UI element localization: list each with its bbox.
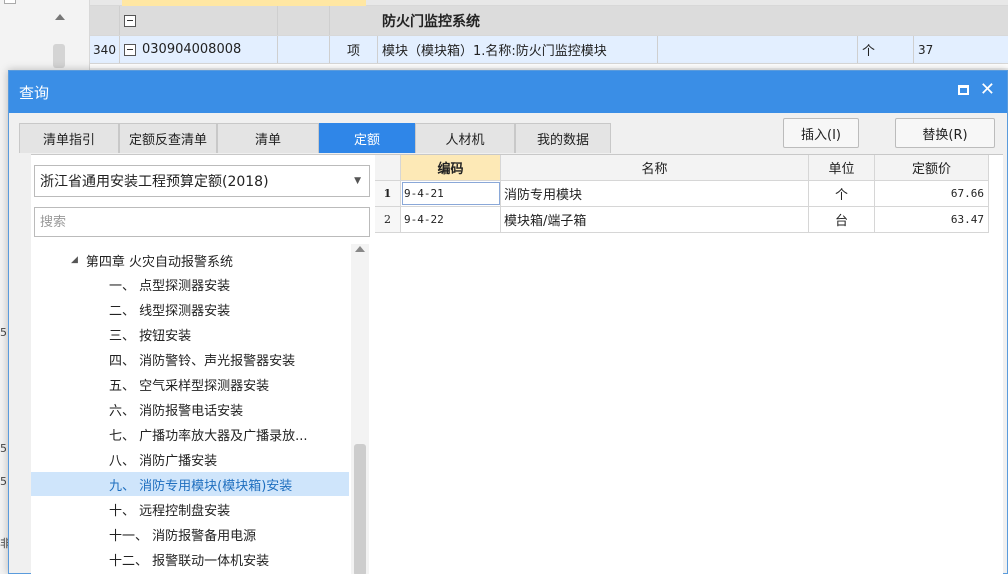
row-description: 模块（模块箱）1.名称:防火门监控模块 — [378, 36, 658, 63]
cell-name[interactable]: 消防专用模块 — [501, 181, 809, 206]
background-fragment: 5 — [0, 326, 7, 339]
table-row[interactable]: 1 9-4-21 消防专用模块 个 67.66 — [375, 181, 989, 207]
tab-my-data[interactable]: 我的数据 — [515, 123, 611, 153]
cell-price[interactable]: 63.47 — [875, 207, 989, 232]
tree-item-selected[interactable]: 九、 消防专用模块(模块箱)安装 — [31, 472, 349, 496]
tree-item[interactable]: 二、 线型探测器安装 — [31, 297, 349, 321]
background-fragment: 5 — [0, 475, 7, 488]
row-index: 340 — [90, 36, 120, 63]
cell-name[interactable]: 模块箱/端子箱 — [501, 207, 809, 232]
grid-header-row: 编码 名称 单位 定额价 — [375, 155, 989, 181]
tree-item[interactable]: 七、 广播功率放大器及广播录放... — [31, 422, 349, 446]
dialog-titlebar[interactable]: 查询 — [9, 71, 1007, 113]
background-scroll-up-icon[interactable] — [55, 14, 65, 20]
quota-results-pane: 编码 名称 单位 定额价 1 9-4-21 消防专用模块 个 67.66 2 9… — [375, 154, 1003, 574]
replace-button[interactable]: 替换(R) — [895, 118, 995, 148]
background-scroll-thumb[interactable] — [53, 44, 65, 68]
scroll-thumb[interactable] — [354, 444, 366, 574]
chevron-down-icon: ▼ — [354, 176, 361, 186]
tab-bill-guide[interactable]: 清单指引 — [19, 123, 119, 153]
row-code: 030904008008 — [142, 42, 242, 57]
tree-chapter-label: 第四章 火灾自动报警系统 — [85, 254, 234, 270]
tree-item[interactable]: 五、 空气采样型探测器安装 — [31, 372, 349, 396]
background-checkbox[interactable] — [4, 0, 16, 4]
background-fragment: 非 — [0, 537, 8, 550]
row-number: 1 — [375, 181, 401, 206]
tree-item[interactable]: 十、 远程控制盘安装 — [31, 497, 349, 521]
tree-item[interactable]: 十二、 报警联动一体机安装 — [31, 547, 349, 571]
cell-unit[interactable]: 个 — [809, 181, 875, 206]
row-quantity: 37 — [918, 42, 934, 57]
quota-library-select[interactable]: 浙江省通用安装工程预算定额(2018) ▼ — [34, 165, 370, 197]
cell-unit[interactable]: 台 — [809, 207, 875, 232]
background-group-row[interactable]: 防火门监控系统 — [90, 6, 1008, 36]
tree-item[interactable]: 四、 消防警铃、声光报警器安装 — [31, 347, 349, 371]
row-unit: 个 — [858, 36, 914, 63]
header-code[interactable]: 编码 — [401, 155, 501, 180]
tab-bill[interactable]: 清单 — [217, 123, 319, 153]
header-name[interactable]: 名称 — [501, 155, 809, 180]
dialog-title: 查询 — [19, 83, 50, 102]
tab-quota-reverse-lookup[interactable]: 定额反查清单 — [119, 123, 217, 153]
tree-item[interactable]: 八、 消防广播安装 — [31, 447, 349, 471]
tab-labor-material-machine[interactable]: 人材机 — [415, 123, 515, 153]
cell-price[interactable]: 67.66 — [875, 181, 989, 206]
background-table-row[interactable]: 340 030904008008 项 模块（模块箱）1.名称:防火门监控模块 个… — [90, 36, 1008, 64]
tree-item[interactable]: 六、 消防报警电话安装 — [31, 397, 349, 421]
chapter-tree: ◢ 第四章 火灾自动报警系统 一、 点型探测器安装 二、 线型探测器安装 三、 … — [31, 244, 349, 574]
close-icon[interactable]: ✕ — [980, 81, 995, 99]
collapse-triangle-icon[interactable]: ◢ — [71, 255, 78, 265]
tree-item[interactable]: 三、 按钮安装 — [31, 322, 349, 346]
quota-library-value: 浙江省通用安装工程预算定额(2018) — [40, 174, 269, 190]
table-row[interactable]: 2 9-4-22 模块箱/端子箱 台 63.47 — [375, 207, 989, 233]
header-unit[interactable]: 单位 — [809, 155, 875, 180]
scroll-up-icon[interactable] — [355, 246, 365, 252]
maximize-icon[interactable] — [958, 85, 969, 95]
cell-code[interactable]: 9-4-22 — [401, 207, 501, 232]
tab-quota[interactable]: 定额 — [319, 123, 415, 153]
collapse-icon[interactable] — [124, 14, 136, 27]
query-dialog: 查询 ✕ 清单指引 定额反查清单 清单 定额 人材机 我的数据 插入(I) 替换… — [8, 70, 1008, 574]
header-price[interactable]: 定额价 — [875, 155, 989, 180]
row-unit-type: 项 — [330, 36, 378, 63]
collapse-icon[interactable] — [124, 43, 136, 56]
background-fragment: 5 — [0, 442, 7, 455]
chapter-tree-pane: 浙江省通用安装工程预算定额(2018) ▼ ◢ 第四章 火灾自动报警系统 一、 … — [31, 154, 377, 574]
background-bill-table: 防火门监控系统 340 030904008008 项 模块（模块箱）1.名称:防… — [90, 0, 1008, 68]
tree-item[interactable]: 一、 点型探测器安装 — [31, 272, 349, 296]
tree-item[interactable]: 十一、 消防报警备用电源 — [31, 522, 349, 546]
search-input[interactable] — [34, 207, 370, 237]
group-title: 防火门监控系统 — [382, 13, 480, 30]
tree-chapter-node[interactable]: ◢ 第四章 火灾自动报警系统 — [71, 248, 233, 272]
cell-code[interactable]: 9-4-21 — [401, 181, 501, 206]
tree-scrollbar[interactable] — [351, 244, 369, 574]
insert-button[interactable]: 插入(I) — [783, 118, 859, 148]
row-number: 2 — [375, 207, 401, 232]
dialog-tabs: 清单指引 定额反查清单 清单 定额 人材机 我的数据 — [19, 123, 611, 153]
